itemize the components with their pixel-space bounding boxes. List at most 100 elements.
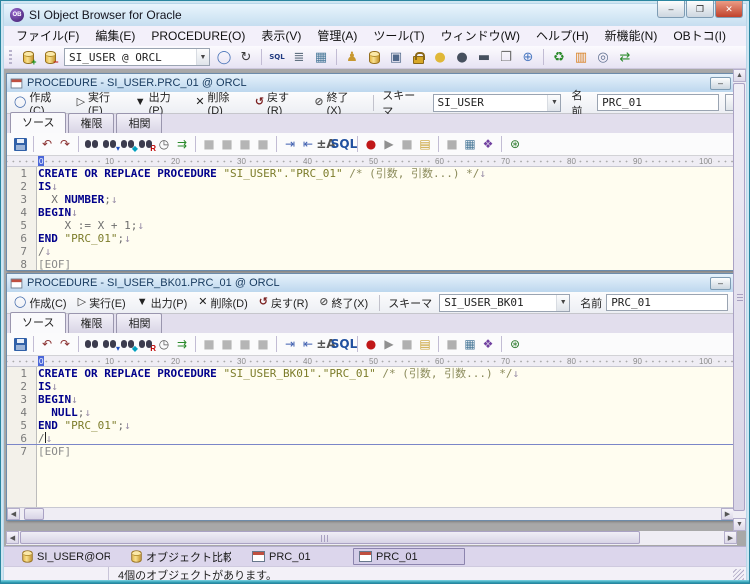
find-button[interactable] [83,335,101,353]
cancel-button[interactable]: ◯ [214,47,234,67]
script-button[interactable]: ≣ [289,47,309,67]
code-line[interactable]: 1 CREATE OR REPLACE PROCEDURE "SI_USER_BK… [7,367,734,380]
outdent-button[interactable]: ⇤ [299,135,317,153]
connect-database-button[interactable]: + [18,47,38,67]
find-button[interactable] [83,135,101,153]
user-button[interactable]: ♟ [342,47,362,67]
macro-stop-button[interactable]: ■ [398,335,416,353]
scroll-left-icon[interactable]: ◀ [7,508,20,520]
tab-0[interactable]: ソース [10,112,67,133]
delete-button[interactable]: ✕ 削除(D) [198,295,248,311]
scrollbar-thumb[interactable] [24,508,44,520]
option-button[interactable]: ■ [443,135,461,153]
output-button[interactable]: ▼ 出力(P) [137,295,188,311]
refresh-button[interactable]: ↻ [236,47,256,67]
tab-2[interactable]: 相関 [116,313,163,333]
menu-item-1[interactable]: 編集(E) [87,26,143,46]
taskbar-item-0[interactable]: SI_USER@ORCL [16,548,116,565]
scrollbar-thumb[interactable] [733,83,745,511]
name-input[interactable] [606,294,729,311]
network-button[interactable]: ⊕ [518,47,538,67]
find-prev-button[interactable]: ◆ [119,135,138,153]
goto-line-button[interactable]: ⇉ [173,135,191,153]
code-line[interactable]: 5 X := X + 1;↓ [7,219,734,232]
execute-button[interactable]: ▷ 実行(E) [78,295,126,311]
minimize-button[interactable]: – [657,1,685,18]
dictionary-button[interactable]: ❖ [479,135,497,153]
undo-button[interactable]: ↶ [38,135,56,153]
undo-button[interactable]: ↶ [38,335,56,353]
goto-line-button[interactable]: ⇉ [173,335,191,353]
code-line[interactable]: 1 CREATE OR REPLACE PROCEDURE "SI_USER"."… [7,167,734,180]
menu-item-7[interactable]: ヘルプ(H) [528,26,597,46]
menu-item-4[interactable]: 管理(A) [309,26,365,46]
refresh-objects-button[interactable]: ♻ [549,47,569,67]
code-line[interactable]: 2 IS↓ [7,380,734,393]
scroll-right-icon[interactable]: ▶ [724,531,737,544]
scroll-up-icon[interactable]: ▲ [733,69,746,82]
menu-item-0[interactable]: ファイル(F) [8,26,87,46]
macro-open-button[interactable]: ▤ [416,135,434,153]
database-list-button[interactable] [364,47,384,67]
resize-grip[interactable] [733,569,744,580]
code-line[interactable]: 7 /↓ [7,245,734,258]
macro-record-button[interactable]: ● [362,335,380,353]
find-next-button[interactable]: ▾ [101,335,120,353]
taskbar-item-3[interactable]: PRC_01 [353,548,465,565]
schema-combobox[interactable]: SI_USER ▼ [432,93,562,112]
outdent-button[interactable]: ⇤ [299,335,317,353]
title-bar[interactable]: OB SI Object Browser for Oracle [4,4,746,26]
toolbar-grip[interactable] [9,49,12,65]
macro-play-button[interactable]: ▶ [380,335,398,353]
name-input[interactable] [597,94,720,111]
menu-item-2[interactable]: PROCEDURE(O) [143,26,253,46]
maximize-button[interactable]: ❐ [686,1,714,18]
code-line[interactable]: 8 [EOF] [7,258,734,270]
mdi-horizontal-scrollbar[interactable]: ◀ ▶ [6,531,737,545]
replace-button[interactable]: R [137,335,156,353]
find-resume-button[interactable]: ◷ [155,335,173,353]
sql-format-button[interactable]: SQL [331,135,358,153]
tab-2[interactable]: 相関 [116,113,163,133]
scrollbar-thumb[interactable] [20,531,640,544]
revert-button[interactable]: ↺ 戻す(R) [255,89,304,117]
delete-button[interactable]: ✕ 削除(D) [195,89,244,117]
sql-monitor-button[interactable]: ◎ [593,47,613,67]
taskbar-item-1[interactable]: オブジェクト比較 [125,548,237,565]
data-transfer-button[interactable]: ⇄ [615,47,635,67]
editor-horizontal-scrollbar[interactable]: ◀ ▶ [7,507,734,520]
session-button[interactable]: ● [430,47,450,67]
revert-button[interactable]: ↺ 戻す(R) [259,295,309,311]
disconnect-database-button[interactable]: − [40,47,60,67]
code-line[interactable]: 6 END "PRC_01";↓ [7,232,734,245]
save-button[interactable] [11,135,29,153]
code-line[interactable]: 3 BEGIN↓ [7,393,734,406]
macro-play-button[interactable]: ▶ [380,135,398,153]
code-line[interactable]: 3 X NUMBER;↓ [7,193,734,206]
code-line[interactable]: 2 IS↓ [7,180,734,193]
indent-button[interactable]: ⇥ [281,335,299,353]
chevron-down-icon[interactable]: ▼ [196,49,209,65]
redo-button[interactable]: ↷ [56,335,74,353]
menu-item-6[interactable]: ウィンドウ(W) [433,26,528,46]
sql-editor-button[interactable]: SQL [267,47,287,67]
create-button[interactable]: ◯ 作成(C) [14,295,67,311]
schema-combobox[interactable]: SI_USER_BK01 ▼ [439,293,571,312]
indent-button[interactable]: ⇥ [281,135,299,153]
taskbar-item-2[interactable]: PRC_01 [246,548,344,565]
dictionary-button[interactable]: ❖ [479,335,497,353]
find-next-button[interactable]: ▾ [101,135,120,153]
code-line[interactable]: 5 END "PRC_01";↓ [7,419,734,432]
code-line[interactable]: 6 /↓ [7,432,734,445]
tab-0[interactable]: ソース [10,312,67,333]
scroll-down-icon[interactable]: ▼ [733,518,746,531]
data-grid-button[interactable]: ▦ [461,335,479,353]
menu-item-9[interactable]: OBトコ(I) [665,26,734,46]
exit-button[interactable]: ⊘ 終了(X) [319,295,368,311]
sql-format-button[interactable]: SQL [331,335,358,353]
scroll-left-icon[interactable]: ◀ [6,531,19,544]
code-line[interactable]: 4 NULL;↓ [7,406,734,419]
computer-button[interactable]: ▣ [386,47,406,67]
connection-combobox[interactable]: SI_USER @ ORCL ▼ [64,48,210,66]
lock-button[interactable] [408,47,428,67]
